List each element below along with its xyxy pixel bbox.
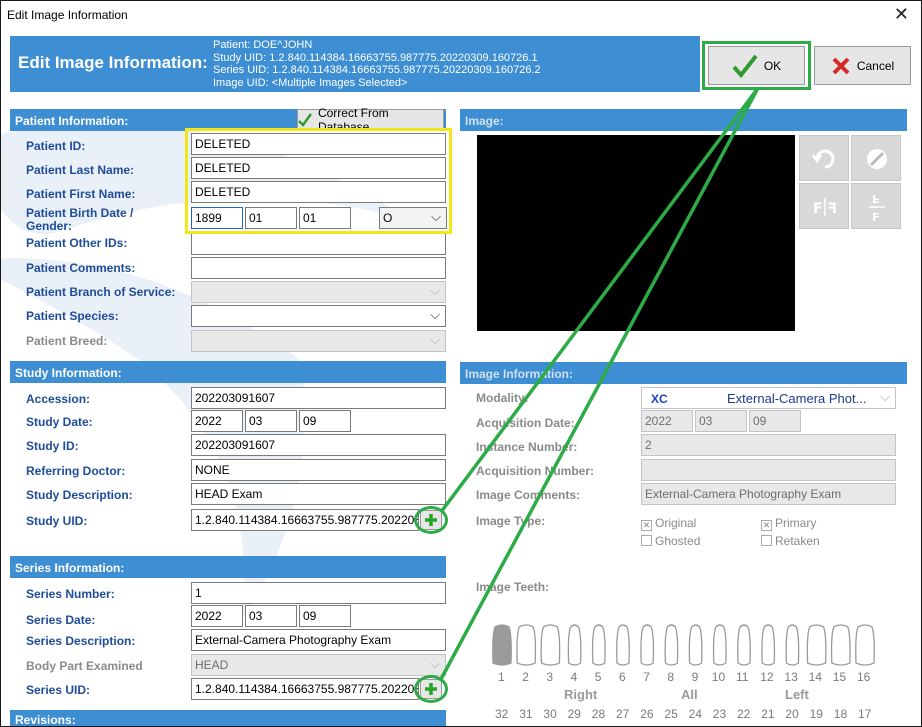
annotation-arrows xyxy=(438,86,760,682)
edit-image-window: Edit Image Information ✕ Edit Image Info… xyxy=(0,0,922,727)
